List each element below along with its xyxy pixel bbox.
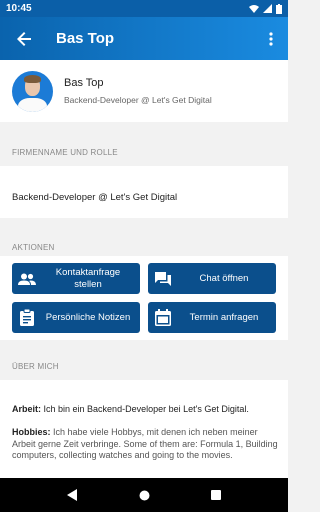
page-title: Bas Top: [56, 30, 115, 47]
nav-recents-icon[interactable]: [211, 490, 222, 500]
signal-icon: [263, 4, 272, 13]
calendar-icon: [148, 309, 178, 326]
clipboard-icon: [12, 309, 42, 326]
about-work: Arbeit: Ich bin ein Backend-Developer be…: [12, 404, 278, 416]
chat-icon: [148, 271, 178, 287]
hobbies-label: Hobbies:: [12, 427, 51, 437]
profile-role: Backend-Developer @ Let's Get Digital: [64, 95, 212, 105]
contact-request-label: Kontaktanfrage stellen: [55, 266, 121, 290]
contact-request-button[interactable]: Kontaktanfrage stellen: [12, 263, 140, 294]
firm-section-header: FIRMENNAME UND ROLLE: [12, 148, 118, 157]
system-nav-bar: [0, 478, 288, 512]
firm-block: Backend-Developer @ Let's Get Digital: [0, 166, 288, 218]
more-menu-button[interactable]: [254, 17, 288, 60]
back-button[interactable]: [0, 17, 48, 60]
avatar: [12, 70, 53, 112]
personal-notes-button[interactable]: Persönliche Notizen: [12, 302, 140, 333]
open-chat-label: Chat öffnen: [199, 272, 249, 284]
wifi-icon: [249, 5, 259, 13]
status-time: 10:45: [6, 3, 32, 14]
hobbies-text: Ich habe viele Hobbys, mit denen ich neb…: [12, 427, 278, 460]
profile-card: Bas Top Backend-Developer @ Let's Get Di…: [0, 60, 288, 122]
firm-value: Backend-Developer @ Let's Get Digital: [12, 192, 178, 203]
nav-back-icon[interactable]: [66, 489, 78, 501]
nav-home-icon[interactable]: [139, 490, 150, 501]
app-bar: Bas Top: [0, 17, 288, 60]
about-section-header: ÜBER MICH: [12, 362, 59, 371]
actions-section-header: AKTIONEN: [12, 243, 55, 252]
profile-name: Bas Top: [64, 77, 104, 89]
status-icons: [249, 3, 282, 14]
about-hobbies: Hobbies: Ich habe viele Hobbys, mit dene…: [12, 427, 278, 462]
request-appointment-label: Termin anfragen: [189, 311, 259, 323]
more-vert-icon: [269, 31, 273, 46]
request-appointment-button[interactable]: Termin anfragen: [148, 302, 276, 333]
work-text: Ich bin ein Backend-Developer bei Let's …: [43, 404, 249, 414]
work-label: Arbeit:: [12, 404, 41, 414]
personal-notes-label: Persönliche Notizen: [45, 311, 131, 323]
about-block: Arbeit: Ich bin ein Backend-Developer be…: [0, 380, 288, 478]
people-icon: [12, 273, 42, 285]
arrow-left-icon: [17, 31, 31, 46]
status-bar: 10:45: [0, 0, 288, 17]
open-chat-button[interactable]: Chat öffnen: [148, 263, 276, 294]
battery-icon: [276, 3, 282, 14]
